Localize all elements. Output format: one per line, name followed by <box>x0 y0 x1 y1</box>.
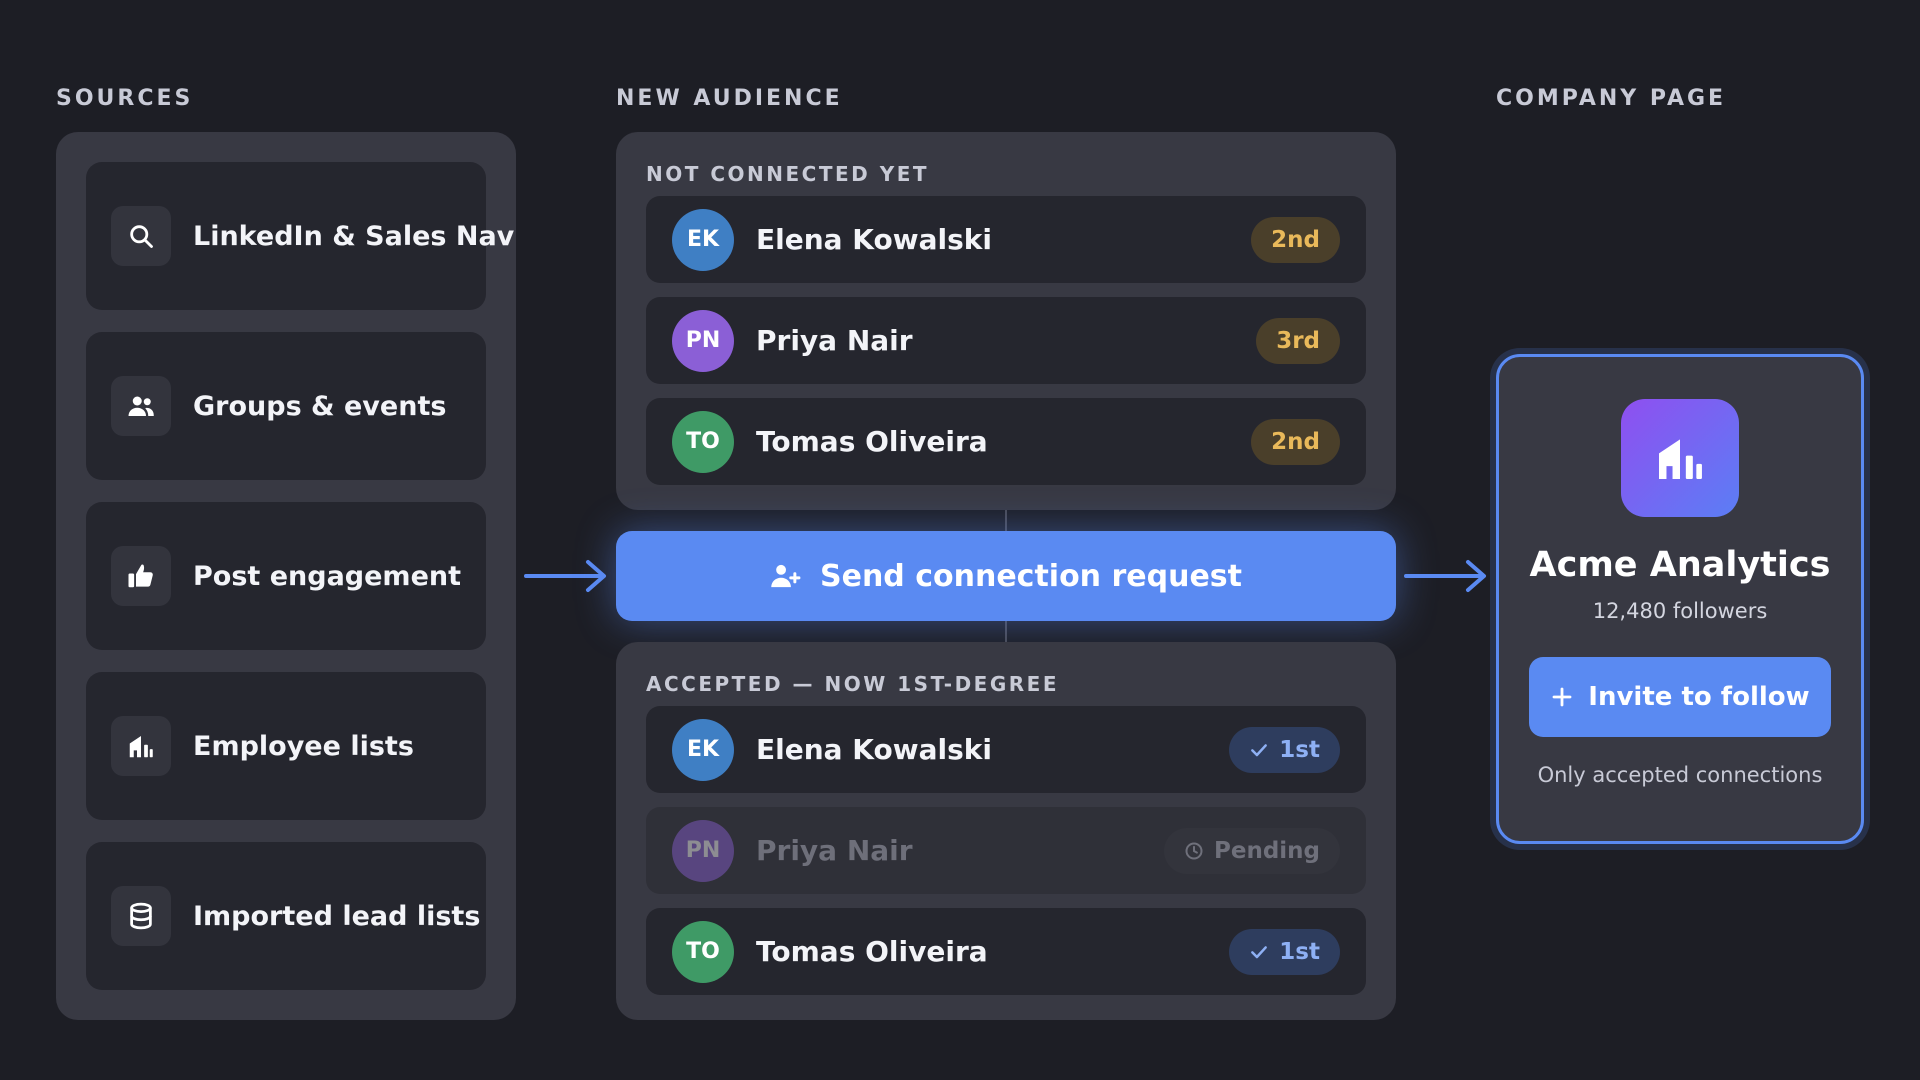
follower-count: 12,480 followers <box>1592 599 1768 623</box>
avatar: EK <box>672 718 734 781</box>
sources-heading: SOURCES <box>56 86 194 111</box>
badge-label: Pending <box>1213 837 1320 864</box>
people-icon <box>111 376 171 436</box>
invite-to-follow-label: Invite to follow <box>1588 682 1810 712</box>
list-item[interactable]: TO Tomas Oliveira 2nd <box>646 398 1366 485</box>
search-icon <box>111 206 171 266</box>
invite-note: Only accepted connections <box>1537 763 1823 787</box>
company-heading: COMPANY PAGE <box>1496 86 1727 111</box>
list-item[interactable]: EK Elena Kowalski 2nd <box>646 196 1366 283</box>
avatar: PN <box>672 819 734 882</box>
degree-badge: 3rd <box>1256 317 1340 364</box>
database-icon <box>111 886 171 946</box>
send-connection-request-button[interactable]: Send connection request <box>616 531 1396 621</box>
source-label: Groups & events <box>193 390 447 422</box>
degree-badge: 2nd <box>1251 216 1340 263</box>
connector-line <box>1005 621 1007 642</box>
list-item[interactable]: TO Tomas Oliveira 1st <box>646 908 1366 995</box>
source-label: Imported lead lists <box>193 900 481 932</box>
not-connected-heading: NOT CONNECTED YET <box>646 162 929 186</box>
person-name: Priya Nair <box>756 834 913 867</box>
avatar: EK <box>672 208 734 271</box>
source-employee-lists[interactable]: Employee lists <box>86 672 486 820</box>
list-item[interactable]: EK Elena Kowalski 1st <box>646 706 1366 793</box>
company-name: Acme Analytics <box>1529 545 1831 585</box>
first-degree-badge: 1st <box>1229 928 1340 975</box>
audience-heading: NEW AUDIENCE <box>616 86 843 111</box>
send-connection-request-label: Send connection request <box>819 558 1243 594</box>
person-name: Elena Kowalski <box>756 733 992 766</box>
arrow-right-icon <box>1404 560 1486 592</box>
building-icon <box>1659 439 1702 479</box>
diagram-stage: SOURCES NEW AUDIENCE COMPANY PAGE Linked… <box>0 0 1920 1080</box>
source-label: LinkedIn & Sales Nav <box>193 220 515 252</box>
not-connected-panel: NOT CONNECTED YET EK Elena Kowalski 2nd … <box>616 132 1396 510</box>
plus-icon <box>1552 687 1572 707</box>
person-name: Elena Kowalski <box>756 223 992 256</box>
invite-to-follow-button[interactable]: Invite to follow <box>1529 657 1831 737</box>
person-name: Tomas Oliveira <box>756 935 988 968</box>
company-logo <box>1621 399 1739 517</box>
degree-badge: 2nd <box>1251 418 1340 465</box>
first-degree-badge: 1st <box>1229 726 1340 773</box>
badge-label: 1st <box>1279 736 1320 763</box>
clock-icon <box>1185 842 1203 859</box>
source-post-engagement[interactable]: Post engagement <box>86 502 486 650</box>
check-icon <box>1251 945 1268 958</box>
accepted-heading: ACCEPTED — NOW 1ST-DEGREE <box>646 672 1059 696</box>
avatar: TO <box>672 410 734 473</box>
person-name: Tomas Oliveira <box>756 425 988 458</box>
user-plus-icon <box>771 564 801 588</box>
source-linkedin-sales-nav[interactable]: LinkedIn & Sales Nav <box>86 162 514 310</box>
avatar: PN <box>672 309 734 372</box>
check-icon <box>1251 743 1268 756</box>
building-icon <box>111 716 171 776</box>
company-card: Acme Analytics 12,480 followers Invite t… <box>1496 354 1864 844</box>
pending-badge: Pending <box>1163 827 1340 874</box>
source-groups-events[interactable]: Groups & events <box>86 332 486 480</box>
connector-line <box>1005 510 1007 531</box>
sources-panel: LinkedIn & Sales Nav Groups & events Pos… <box>56 132 516 1020</box>
arrow-right-icon <box>524 560 606 592</box>
source-imported-lead-lists[interactable]: Imported lead lists <box>86 842 486 990</box>
badge-label: 1st <box>1279 938 1320 965</box>
list-item[interactable]: PN Priya Nair 3rd <box>646 297 1366 384</box>
avatar: TO <box>672 920 734 983</box>
source-label: Employee lists <box>193 730 414 762</box>
list-item[interactable]: PN Priya Nair Pending <box>646 807 1366 894</box>
accepted-panel: ACCEPTED — NOW 1ST-DEGREE EK Elena Kowal… <box>616 642 1396 1020</box>
person-name: Priya Nair <box>756 324 913 357</box>
thumbs-up-icon <box>111 546 171 606</box>
source-label: Post engagement <box>193 560 462 592</box>
